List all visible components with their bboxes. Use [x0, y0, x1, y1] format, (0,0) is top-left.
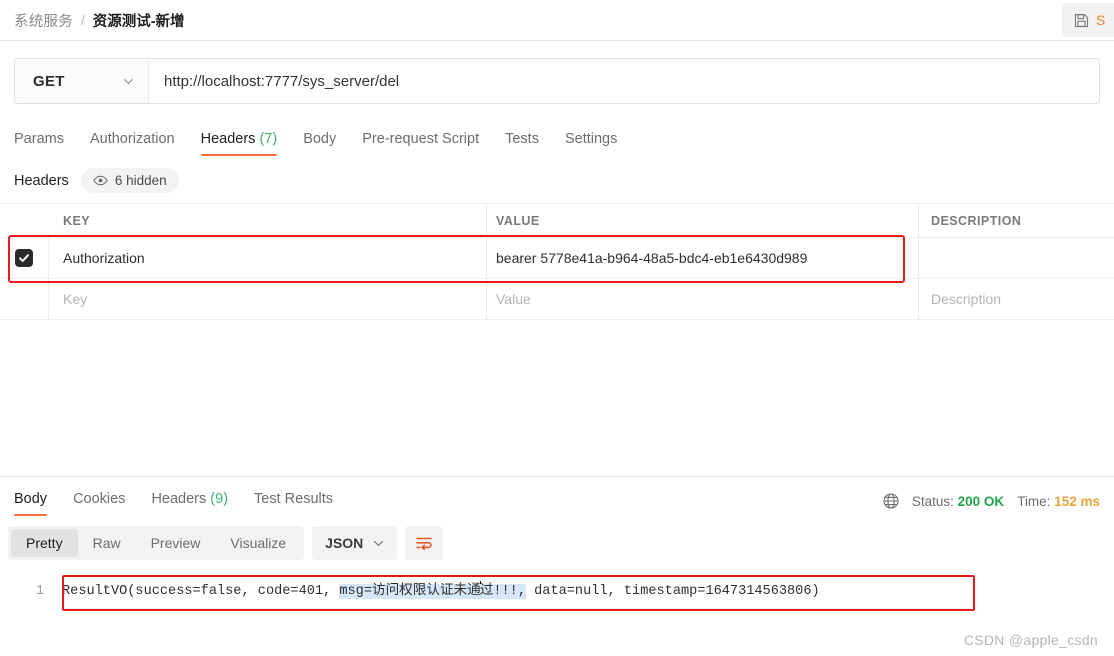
- headers-table: KEY VALUE DESCRIPTION Authorization bear…: [0, 203, 1114, 320]
- tab-headers[interactable]: Headers (7): [188, 131, 291, 156]
- row-checkbox-checked[interactable]: [15, 249, 33, 267]
- header-key-value[interactable]: Authorization: [63, 250, 145, 266]
- time-label: Time:: [1017, 493, 1051, 509]
- tab-authorization[interactable]: Authorization: [77, 131, 188, 156]
- postman-window: 系统服务 / 资源测试-新增 S GET http://localhost:77…: [0, 0, 1114, 656]
- empty-row-checkbox-cell[interactable]: [0, 279, 49, 319]
- response-view-toolbar: Pretty Raw Preview Visualize JSON: [8, 526, 444, 560]
- word-wrap-icon: [416, 537, 433, 551]
- floppy-save-icon: [1074, 13, 1089, 27]
- tab-tests[interactable]: Tests: [492, 131, 552, 156]
- format-label: JSON: [325, 535, 364, 551]
- code-line-1[interactable]: ResultVO(success=false, code=401, msg=访问…: [62, 578, 1114, 605]
- response-tab-body[interactable]: Body: [14, 491, 60, 516]
- eye-icon: [93, 175, 108, 186]
- hidden-headers-toggle[interactable]: 6 hidden: [80, 168, 179, 193]
- headers-title: Headers: [14, 172, 69, 189]
- breadcrumb-separator: /: [80, 12, 85, 28]
- code-prefix: ResultVO(success=false, code=401,: [62, 584, 340, 599]
- request-url-bar: GET http://localhost:7777/sys_server/del: [14, 58, 1100, 104]
- code-line-divider: [64, 608, 972, 609]
- status-label: Status:: [911, 493, 954, 509]
- response-tab-headers-count: (9): [210, 491, 229, 507]
- chevron-down-icon: [374, 540, 384, 546]
- response-tab-cookies[interactable]: Cookies: [60, 491, 138, 516]
- breadcrumb-current: 资源测试-新增: [92, 13, 185, 30]
- response-tab-headers[interactable]: Headers (9): [138, 491, 241, 516]
- request-tabs: Params Authorization Headers (7) Body Pr…: [0, 120, 1114, 156]
- method-select[interactable]: GET: [15, 59, 149, 103]
- watermark: CSDN @apple_csdn: [963, 632, 1098, 648]
- status-group: Status: 200 OK: [912, 494, 1004, 509]
- column-header-description: DESCRIPTION: [931, 213, 1022, 228]
- tab-pre-request-script-label: Pre-request Script: [362, 131, 480, 147]
- check-icon: [19, 254, 29, 262]
- url-input[interactable]: http://localhost:7777/sys_server/del: [149, 59, 1099, 103]
- tab-headers-label: Headers: [200, 131, 256, 147]
- code-suffix: data=null, timestamp=1647314563806): [525, 584, 820, 599]
- response-tab-body-label: Body: [14, 491, 48, 507]
- table-row-empty[interactable]: Key Value Description: [0, 279, 1114, 320]
- globe-icon[interactable]: [883, 493, 899, 509]
- empty-description-placeholder[interactable]: Description: [931, 291, 1001, 307]
- time-value: 152 ms: [1054, 493, 1100, 509]
- view-mode-visualize[interactable]: Visualize: [215, 529, 301, 557]
- status-value: 200 OK: [957, 493, 1005, 509]
- method-label: GET: [33, 72, 65, 90]
- view-mode-pretty[interactable]: Pretty: [11, 529, 78, 557]
- tab-params-label: Params: [14, 131, 64, 147]
- word-wrap-button[interactable]: [405, 526, 444, 560]
- empty-value-placeholder[interactable]: Value: [496, 291, 531, 307]
- header-checkbox-column: [0, 204, 49, 237]
- tab-authorization-label: Authorization: [89, 131, 175, 147]
- line-number: 1: [35, 584, 44, 599]
- tab-params[interactable]: Params: [14, 131, 77, 156]
- breadcrumb-bar: 系统服务 / 资源测试-新增 S: [0, 0, 1114, 41]
- save-button[interactable]: S: [1062, 3, 1114, 37]
- column-header-value: VALUE: [496, 213, 540, 228]
- save-button-label: S: [1096, 12, 1106, 28]
- table-header-row: KEY VALUE DESCRIPTION: [0, 204, 1114, 238]
- tab-settings-label: Settings: [564, 131, 618, 147]
- response-tab-headers-label: Headers: [151, 491, 207, 507]
- response-tab-test-results[interactable]: Test Results: [241, 491, 346, 516]
- view-mode-preview[interactable]: Preview: [136, 529, 216, 557]
- view-mode-raw[interactable]: Raw: [78, 529, 136, 557]
- response-divider: [0, 476, 1114, 477]
- tab-headers-count: (7): [259, 131, 278, 147]
- code-selection-before-caret: msg=访问权限认证未通: [339, 584, 481, 599]
- table-row[interactable]: Authorization bearer 5778e41a-b964-48a5-…: [0, 238, 1114, 279]
- breadcrumb-parent[interactable]: 系统服务: [14, 10, 73, 31]
- column-header-key: KEY: [63, 213, 91, 228]
- response-meta: Status: 200 OK Time: 152 ms: [883, 493, 1100, 516]
- tab-body[interactable]: Body: [290, 131, 349, 156]
- chevron-down-icon: [123, 78, 134, 84]
- headers-toolbar: Headers 6 hidden: [0, 156, 1114, 203]
- time-group: Time: 152 ms: [1017, 494, 1100, 509]
- row-checkbox-cell[interactable]: [0, 238, 49, 278]
- format-select[interactable]: JSON: [312, 526, 398, 560]
- code-selection-after-caret: 过!!!,: [479, 584, 526, 599]
- response-tab-cookies-label: Cookies: [73, 491, 126, 507]
- response-tab-test-results-label: Test Results: [254, 491, 334, 507]
- header-value-value[interactable]: bearer 5778e41a-b964-48a5-bdc4-eb1e6430d…: [496, 250, 807, 266]
- view-mode-group: Pretty Raw Preview Visualize: [8, 526, 305, 560]
- tab-settings[interactable]: Settings: [552, 131, 630, 156]
- response-tabs: Body Cookies Headers (9) Test Results St…: [0, 480, 1114, 516]
- tab-pre-request-script[interactable]: Pre-request Script: [349, 131, 492, 156]
- tab-tests-label: Tests: [505, 131, 539, 147]
- hidden-headers-label: 6 hidden: [114, 173, 167, 188]
- empty-key-placeholder[interactable]: Key: [63, 291, 87, 307]
- tab-body-label: Body: [303, 131, 337, 147]
